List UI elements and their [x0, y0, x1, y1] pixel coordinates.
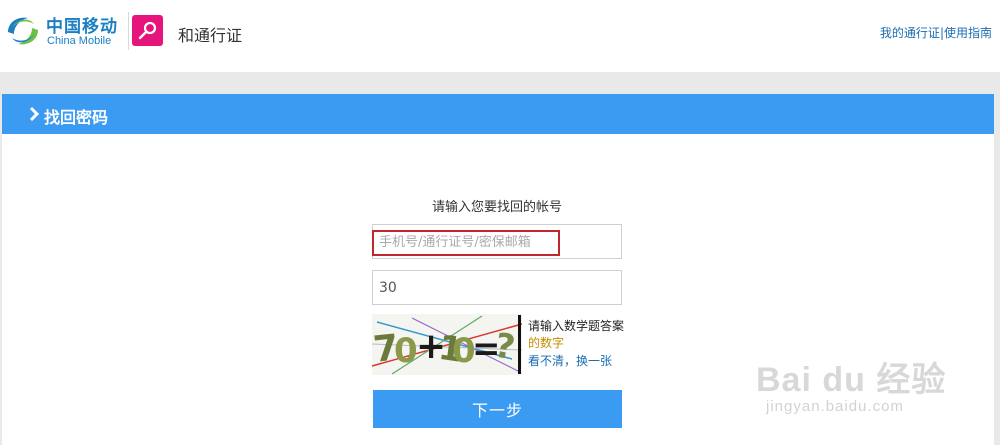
china-mobile-logo-icon	[8, 17, 38, 45]
search-key-icon	[132, 15, 163, 46]
brand-name-en: China Mobile	[47, 35, 112, 47]
captcha-hint-suffix: 的数字	[528, 336, 565, 350]
next-step-button[interactable]: 下一步	[373, 390, 622, 428]
captcha-divider	[518, 315, 521, 374]
watermark-url: jingyan.baidu.com	[766, 398, 904, 415]
header-divider	[128, 12, 129, 50]
account-input[interactable]	[373, 225, 621, 258]
captcha-answer-field[interactable]	[372, 270, 622, 305]
captcha-characters: 7 0 + 1 0 = ?	[372, 326, 518, 371]
top-header: 中国移动 China Mobile 和通行证 我的通行证|使用指南	[0, 0, 1000, 72]
top-links: 我的通行证|使用指南	[880, 24, 992, 41]
baidu-jingyan-watermark: Bai du 经验 jingyan.baidu.com	[756, 340, 996, 440]
panel-header: 找回密码	[2, 94, 994, 134]
china-mobile-logo[interactable]: 中国移动 China Mobile	[4, 10, 122, 50]
account-prompt: 请输入您要找回的帐号	[431, 200, 562, 215]
user-guide-link[interactable]: 使用指南	[944, 26, 992, 40]
chevron-right-icon	[29, 106, 40, 122]
my-passport-link[interactable]: 我的通行证	[880, 26, 940, 40]
account-field[interactable]	[372, 224, 622, 259]
captcha-image[interactable]: 7 0 + 1 0 = ?	[372, 314, 522, 375]
watermark-logo-text: Bai du 经验	[756, 361, 947, 399]
svg-text:0: 0	[394, 331, 418, 371]
captcha-hint: 请输入数学题答案	[528, 319, 625, 333]
app-name: 和通行证	[178, 26, 243, 45]
panel-title: 找回密码	[44, 108, 109, 127]
brand-name-cn: 中国移动	[46, 17, 118, 37]
captcha-answer-input[interactable]	[373, 271, 621, 304]
captcha-refresh-link[interactable]: 看不清，换一张	[528, 352, 612, 369]
